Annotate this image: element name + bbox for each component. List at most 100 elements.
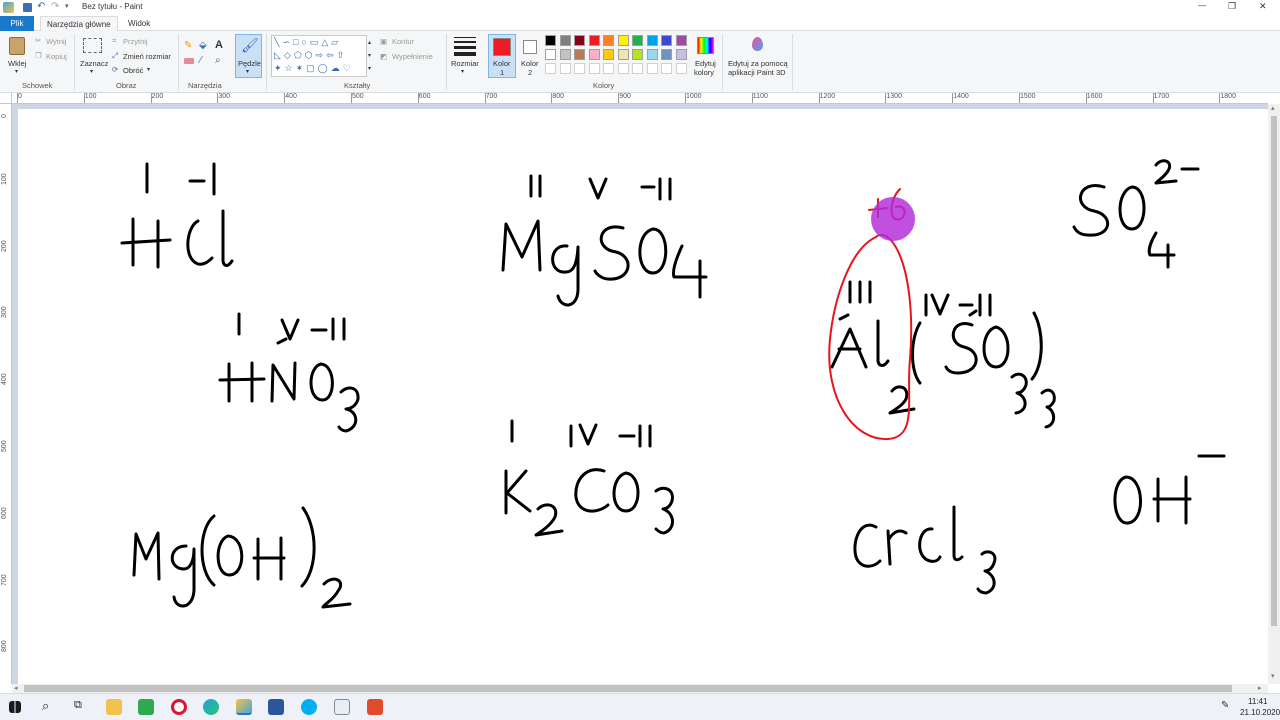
scroll-up-arrow[interactable]: ▴ bbox=[1271, 104, 1275, 112]
skype-icon[interactable] bbox=[301, 699, 317, 715]
palette-swatch[interactable] bbox=[617, 49, 629, 60]
palette-swatch[interactable] bbox=[545, 35, 556, 46]
paste-dropdown-icon[interactable]: ▾ bbox=[15, 68, 18, 75]
scroll-left-arrow[interactable]: ◂ bbox=[14, 684, 18, 692]
clock-date[interactable]: 21.10.2020 bbox=[1240, 708, 1280, 717]
clock-time[interactable]: 11:41 bbox=[1248, 697, 1267, 706]
tab-view[interactable]: Widok bbox=[122, 16, 156, 31]
palette-swatch[interactable] bbox=[588, 35, 600, 46]
edit-colors-icon[interactable] bbox=[697, 37, 714, 54]
edit-colors-button[interactable]: Edytuj bbox=[695, 59, 716, 68]
palette-swatch[interactable] bbox=[661, 35, 672, 46]
palette-swatch[interactable] bbox=[675, 35, 687, 46]
ruler-tick bbox=[952, 93, 954, 103]
cut-button[interactable]: Wytnij bbox=[46, 37, 66, 46]
scroll-down-arrow[interactable]: ▾ bbox=[1271, 672, 1275, 680]
size-dropdown-icon[interactable]: ▾ bbox=[461, 68, 464, 75]
brushes-dropdown-icon[interactable]: ▾ bbox=[246, 68, 249, 75]
palette-swatch[interactable] bbox=[545, 49, 556, 60]
color2-label[interactable]: Kolor bbox=[521, 59, 539, 68]
select-button[interactable]: Zaznacz bbox=[80, 59, 108, 68]
paste-icon[interactable] bbox=[9, 37, 25, 55]
fill-shape-button[interactable]: Wypełnienie bbox=[392, 52, 433, 61]
rotate-button[interactable]: Obróć bbox=[123, 66, 143, 75]
ruler-tick bbox=[1019, 93, 1020, 103]
custom-color-slot[interactable] bbox=[603, 63, 614, 74]
snipping-tool-icon[interactable] bbox=[334, 699, 350, 715]
paint-app-icon[interactable] bbox=[3, 2, 14, 13]
formula-al2so33 bbox=[830, 280, 1056, 429]
custom-color-slot[interactable] bbox=[617, 63, 629, 74]
paste-button[interactable]: Wklej bbox=[8, 59, 26, 68]
tab-home[interactable]: Narzędzia główne bbox=[40, 16, 118, 31]
custom-color-slot[interactable] bbox=[588, 63, 600, 74]
eraser-icon[interactable] bbox=[184, 58, 194, 64]
word-icon[interactable] bbox=[268, 699, 284, 715]
copy-button[interactable]: Kopiuj bbox=[46, 52, 67, 61]
tab-file[interactable]: Plik bbox=[0, 16, 34, 31]
palette-swatch[interactable] bbox=[675, 49, 687, 60]
scroll-right-arrow[interactable]: ▸ bbox=[1258, 684, 1262, 692]
start-icon[interactable] bbox=[9, 701, 21, 713]
save-icon[interactable] bbox=[23, 3, 32, 12]
custom-color-slot[interactable] bbox=[574, 63, 585, 74]
redo-icon[interactable]: ↷ bbox=[51, 1, 59, 12]
palette-swatch[interactable] bbox=[559, 49, 571, 60]
select-icon[interactable] bbox=[83, 38, 102, 53]
maximize-button[interactable]: ❐ bbox=[1228, 1, 1236, 12]
custom-color-slot[interactable] bbox=[675, 63, 687, 74]
camtasia-recorder-icon[interactable] bbox=[367, 699, 383, 715]
palette-swatch[interactable] bbox=[646, 49, 658, 60]
edge-icon[interactable] bbox=[203, 699, 219, 715]
task-view-icon[interactable]: ⧉ bbox=[74, 699, 82, 712]
palette-swatch[interactable] bbox=[617, 35, 629, 46]
vertical-scroll-thumb[interactable] bbox=[1271, 116, 1277, 626]
size-icon[interactable] bbox=[454, 37, 476, 56]
shapes-gallery[interactable]: ╲∽□○▭△▱ ◺◇⬠⬡⇨⇦⇧ ✦☆✶▢◯☁♡ bbox=[271, 35, 367, 77]
file-explorer-icon[interactable] bbox=[106, 699, 122, 715]
size-button[interactable]: Rozmiar bbox=[451, 59, 479, 68]
paint-taskbar-icon[interactable] bbox=[236, 699, 252, 715]
custom-color-slot[interactable] bbox=[559, 63, 571, 74]
palette-swatch[interactable] bbox=[632, 35, 643, 46]
undo-icon[interactable]: ↶ bbox=[37, 1, 45, 12]
outline-button[interactable]: Kontur bbox=[392, 37, 414, 46]
custom-color-slot[interactable] bbox=[661, 63, 672, 74]
palette-swatch[interactable] bbox=[603, 49, 614, 60]
close-button[interactable]: ✕ bbox=[1259, 1, 1267, 12]
select-dropdown-icon[interactable]: ▾ bbox=[90, 68, 93, 75]
palette-swatch[interactable] bbox=[588, 49, 600, 60]
custom-color-slot[interactable] bbox=[646, 63, 658, 74]
paint3d-icon[interactable] bbox=[752, 37, 763, 51]
custom-color-slot[interactable] bbox=[632, 63, 643, 74]
crop-button[interactable]: Przytnij bbox=[123, 37, 148, 46]
palette-swatch[interactable] bbox=[574, 35, 585, 46]
horizontal-scroll-thumb[interactable] bbox=[24, 685, 1232, 692]
custom-color-slot[interactable] bbox=[545, 63, 556, 74]
palette-swatch[interactable] bbox=[603, 35, 614, 46]
paint3d-button[interactable]: Edytuj za pomocą bbox=[728, 59, 788, 68]
resize-button[interactable]: Zmień rozmiar bbox=[123, 52, 171, 61]
fill-icon[interactable]: ⬙ bbox=[199, 40, 207, 51]
camtasia-icon[interactable] bbox=[138, 699, 154, 715]
drawing-canvas[interactable] bbox=[18, 109, 1268, 684]
color2-swatch[interactable] bbox=[523, 40, 537, 54]
pencil-icon[interactable]: ✎ bbox=[184, 40, 192, 51]
opera-icon[interactable] bbox=[171, 699, 187, 715]
palette-swatch[interactable] bbox=[661, 49, 672, 60]
minimize-button[interactable]: — bbox=[1198, 1, 1206, 10]
magnifier-icon[interactable]: ⌕ bbox=[215, 55, 221, 66]
palette-swatch[interactable] bbox=[632, 49, 643, 60]
shapes-scroll-icon[interactable]: ▴ ▾ ▾ bbox=[368, 37, 371, 76]
text-icon[interactable]: A bbox=[215, 39, 223, 51]
palette-swatch[interactable] bbox=[559, 35, 571, 46]
quick-access-dropdown-icon[interactable]: ▾ bbox=[65, 2, 69, 10]
pen-tray-icon[interactable]: ✎ bbox=[1221, 700, 1229, 711]
color-picker-icon[interactable]: ⁄ bbox=[200, 55, 202, 66]
rotate-dropdown-icon[interactable]: ▾ bbox=[147, 66, 150, 73]
palette-swatch[interactable] bbox=[646, 35, 658, 46]
horizontal-scrollbar[interactable]: ◂ ▸ bbox=[12, 684, 1268, 693]
palette-swatch[interactable] bbox=[574, 49, 585, 60]
vertical-scrollbar[interactable]: ▴ ▾ bbox=[1268, 104, 1280, 684]
search-icon[interactable]: ⌕ bbox=[42, 698, 49, 714]
